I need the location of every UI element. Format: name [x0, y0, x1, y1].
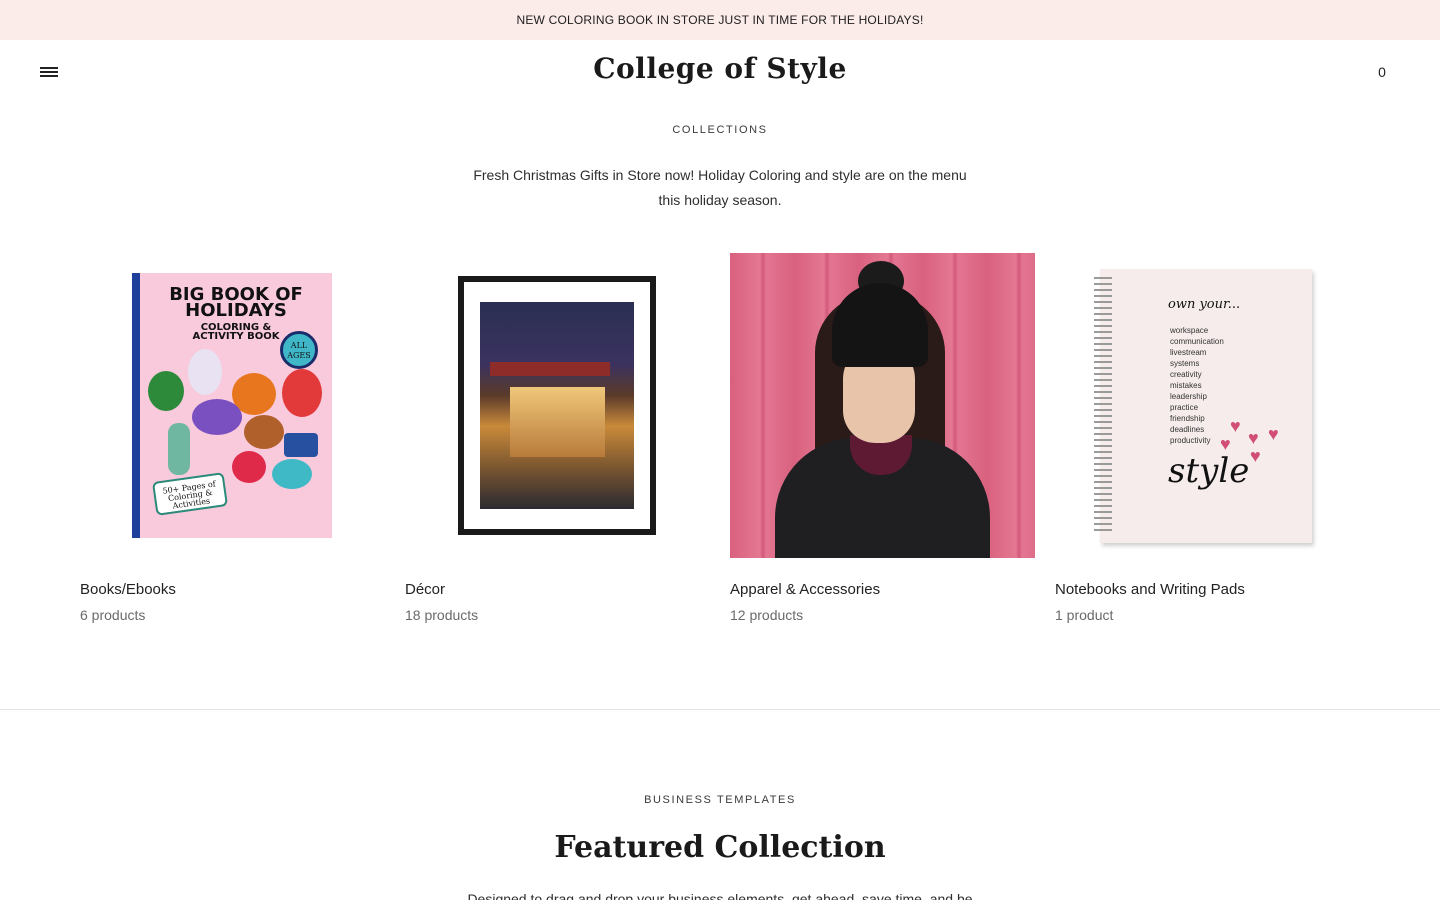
bunny-icon — [188, 349, 222, 395]
spiral-binding — [1094, 277, 1112, 535]
pages-badge: 50+ Pages of Coloring & Activities — [151, 472, 229, 516]
notebook-word-list: workspace communication livestream syste… — [1170, 326, 1224, 445]
egg-icon — [192, 399, 242, 435]
collection-image-notebooks[interactable]: own your... workspace communication live… — [1055, 253, 1360, 558]
heart-icon: ♥ — [1248, 428, 1259, 448]
collection-title[interactable]: Apparel & Accessories — [730, 581, 880, 598]
collection-count: 18 products — [405, 607, 479, 623]
turkey-icon — [244, 415, 284, 449]
notebook-cover: own your... workspace communication live… — [1094, 269, 1312, 543]
business-templates-label: BUSINESS TEMPLATES — [644, 794, 796, 806]
collection-image-books[interactable]: BIG BOOK OF HOLIDAYS COLORING & ACTIVITY B… — [80, 253, 385, 558]
announcement-bar: NEW COLORING BOOK IN STORE JUST IN TIME … — [0, 0, 1440, 40]
menorah-icon — [284, 433, 318, 457]
collections-label: COLLECTIONS — [672, 124, 768, 136]
heart-icon: ♥ — [1250, 446, 1261, 466]
santa-icon — [282, 369, 322, 417]
cart-count[interactable]: 0 — [1370, 64, 1394, 80]
coloring-book-cover: BIG BOOK OF HOLIDAYS COLORING & ACTIVITY B… — [132, 273, 332, 538]
collection-card-books[interactable]: BIG BOOK OF HOLIDAYS COLORING & ACTIVITY B… — [80, 253, 385, 623]
collection-image-decor[interactable] — [405, 253, 710, 558]
collection-title[interactable]: Décor — [405, 581, 445, 598]
collection-count: 6 products — [80, 607, 146, 623]
heart-icon: ♥ — [1220, 434, 1231, 454]
beanie-model-photo — [730, 253, 1035, 558]
featured-collection-description: Designed to drag and drop your business … — [467, 891, 973, 900]
collection-card-notebooks[interactable]: own your... workspace communication live… — [1055, 253, 1360, 623]
collection-card-apparel[interactable]: Apparel & Accessories 12 products — [730, 253, 1035, 623]
collection-card-decor[interactable]: Décor 18 products — [405, 253, 710, 623]
collection-image-apparel[interactable] — [730, 253, 1035, 558]
collection-title[interactable]: Notebooks and Writing Pads — [1055, 581, 1245, 598]
announcement-text: NEW COLORING BOOK IN STORE JUST IN TIME … — [516, 13, 924, 27]
heart-icon: ♥ — [1268, 424, 1279, 444]
collection-title[interactable]: Books/Ebooks — [80, 581, 176, 598]
site-logo: College of Style — [0, 52, 1440, 85]
storefront-photo — [480, 302, 634, 509]
bow-icon — [272, 459, 312, 489]
featured-collection-title: Featured Collection — [554, 830, 886, 865]
collections-intro: Fresh Christmas Gifts in Store now! Holi… — [473, 167, 967, 208]
section-divider — [0, 709, 1440, 710]
book-title-line2: HOLIDAYS — [185, 300, 287, 321]
collection-count: 1 product — [1055, 607, 1114, 623]
leprechaun-icon — [148, 371, 184, 411]
notebook-style-word: style — [1168, 451, 1250, 491]
collection-count: 12 products — [730, 607, 804, 623]
notebook-heading: own your... — [1168, 297, 1241, 312]
heart-icon — [232, 451, 266, 483]
site-header: College of Style 0 — [0, 40, 1440, 106]
all-ages-badge: ALL AGES — [280, 331, 318, 369]
statue-of-liberty-icon — [168, 423, 190, 475]
framed-print — [458, 276, 656, 535]
logo-link[interactable]: College of Style — [593, 52, 847, 85]
heart-icon: ♥ — [1230, 416, 1241, 436]
